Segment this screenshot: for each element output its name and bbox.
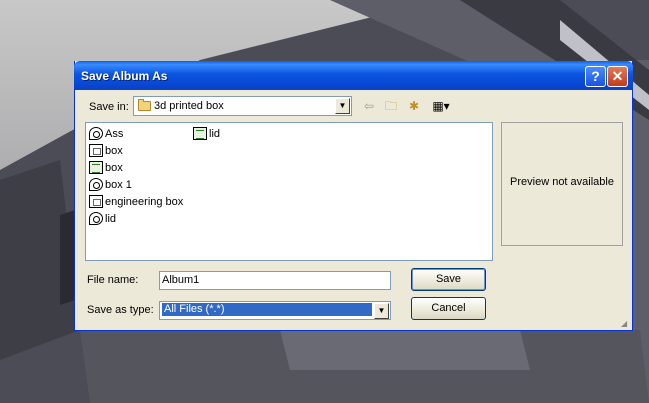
save-as-type-value: All Files (*.*)	[162, 303, 372, 316]
back-arrow-icon[interactable]: ⇦	[360, 98, 378, 114]
file-name: box	[105, 145, 123, 157]
part-icon	[89, 161, 103, 174]
folder-icon	[138, 99, 151, 111]
part-icon	[193, 127, 207, 140]
file-name-label: File name:	[87, 274, 139, 286]
preview-pane: Preview not available	[501, 122, 623, 246]
assembly-icon	[89, 127, 103, 140]
file-name: engineering box	[105, 196, 184, 208]
views-menu-icon[interactable]: ▦▾	[429, 98, 453, 114]
dialog-title: Save Album As	[81, 69, 168, 83]
drawing-icon	[89, 144, 103, 157]
resize-grip-icon[interactable]: ◢	[621, 319, 631, 329]
save-in-dropdown[interactable]: 3d printed box ▼	[133, 96, 352, 116]
title-bar[interactable]: Save Album As ? ✕	[74, 61, 633, 90]
dialog-body: Save in: 3d printed box ▼ ⇦ 🗀 ✱ ▦▾ Ass b…	[75, 90, 632, 330]
file-name-input[interactable]: Album1	[159, 271, 391, 290]
save-button[interactable]: Save	[411, 268, 486, 291]
help-button[interactable]: ?	[585, 66, 606, 87]
chevron-down-icon[interactable]: ▼	[374, 303, 389, 319]
assembly-icon	[89, 212, 103, 225]
file-list[interactable]: Ass box box box 1 engineering box lid li…	[85, 122, 493, 261]
close-button[interactable]: ✕	[607, 66, 628, 87]
assembly-icon	[89, 178, 103, 191]
save-as-type-dropdown[interactable]: All Files (*.*) ▼	[159, 301, 391, 320]
save-in-label: Save in:	[89, 101, 129, 113]
save-album-dialog: Save Album As ? ✕ Save in: 3d printed bo…	[74, 61, 633, 331]
help-icon: ?	[591, 68, 600, 84]
file-name: box 1	[105, 179, 132, 191]
save-in-value: 3d printed box	[154, 100, 224, 112]
file-name: box	[105, 162, 123, 174]
file-name: Ass	[105, 128, 124, 140]
save-as-type-label: Save as type:	[87, 304, 154, 316]
file-name: lid	[105, 213, 117, 225]
chevron-down-icon[interactable]: ▼	[335, 98, 350, 114]
close-icon: ✕	[611, 68, 624, 84]
file-name: lid	[209, 128, 221, 140]
cancel-button[interactable]: Cancel	[411, 297, 486, 320]
new-folder-icon[interactable]: ✱	[405, 98, 423, 114]
up-one-level-icon[interactable]: 🗀	[382, 98, 400, 114]
drawing-icon	[89, 195, 103, 208]
preview-text: Preview not available	[510, 176, 614, 188]
